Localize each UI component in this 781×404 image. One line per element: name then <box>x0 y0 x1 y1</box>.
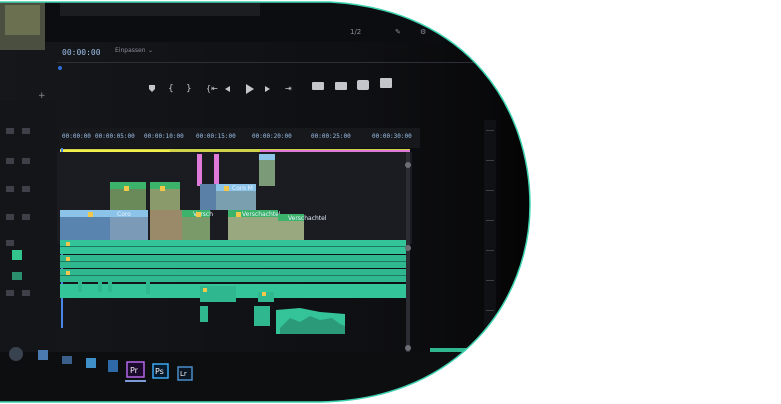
audio-track-a1 <box>60 240 410 254</box>
clip-label: Verschachtel <box>288 215 327 222</box>
clip-label: Verschachtel <box>242 211 281 218</box>
resolution-dropdown[interactable]: 1/2 <box>350 28 361 36</box>
timeline-ruler[interactable]: 00:00:00 00:00:05:00 00:00:10:00 00:00:1… <box>60 128 420 148</box>
mark-in-icon[interactable]: { <box>168 84 174 94</box>
video-clip[interactable] <box>214 154 219 186</box>
track-target-toggle[interactable] <box>12 250 22 260</box>
audio-clip[interactable] <box>200 306 208 322</box>
ruler-tick: 00:00:10:00 <box>144 133 184 140</box>
insert-icon[interactable] <box>312 82 324 90</box>
track-sync-toggle[interactable] <box>12 272 22 280</box>
track-headers <box>0 100 57 360</box>
premiere-label: Pr <box>130 366 139 375</box>
video-clip[interactable] <box>197 154 202 186</box>
video-clip[interactable] <box>200 184 216 210</box>
ruler-tick: 00:00:15:00 <box>196 133 236 140</box>
clip-label: Coro <box>117 211 131 218</box>
timecode-display[interactable]: 00:00:00 <box>62 48 101 57</box>
lightroom-label: Lr <box>180 370 187 378</box>
ruler-tick: 00:00:00 <box>62 133 91 140</box>
taskbar-app-icon[interactable] <box>9 347 23 361</box>
go-to-out-icon[interactable]: ⇥ <box>285 84 292 93</box>
taskbar <box>0 352 530 402</box>
mark-out-icon[interactable]: } <box>186 84 192 94</box>
video-clip[interactable] <box>150 210 182 240</box>
playhead-marker-icon[interactable] <box>58 66 62 70</box>
zoom-dropdown[interactable]: Einpassen <box>115 47 146 54</box>
screen-content: 00:00:00 Einpassen ⌄ 1/2 ✎ ⚙ { } {⇤ ⇥ + … <box>0 2 530 402</box>
ruler-tick: 00:00:25:00 <box>311 133 351 140</box>
ruler-tick: 00:00:05:00 <box>95 133 135 140</box>
wrench-icon[interactable]: ⚙ <box>420 28 426 36</box>
add-track-icon[interactable]: + <box>38 91 46 101</box>
audio-track-a2 <box>60 255 410 268</box>
overwrite-icon[interactable] <box>335 82 347 90</box>
clip-label: Coro M <box>232 185 253 192</box>
settings-icon[interactable]: ✎ <box>395 28 401 36</box>
editing-screen-photo: 00:00:00 Einpassen ⌄ 1/2 ✎ ⚙ { } {⇤ ⇥ + … <box>0 1 531 403</box>
photoshop-taskbar-icon[interactable]: Ps <box>152 363 169 379</box>
taskbar-app-icon[interactable] <box>108 360 118 372</box>
lightroom-taskbar-icon[interactable]: Lr <box>177 366 193 381</box>
ruler-tick: 00:00:30:00 <box>372 133 412 140</box>
taskbar-app-icon[interactable] <box>86 358 96 368</box>
camera-icon[interactable] <box>357 80 369 90</box>
go-to-in-icon[interactable]: {⇤ <box>206 84 218 93</box>
ruler-tick: 00:00:20:00 <box>252 133 292 140</box>
taskbar-app-icon[interactable] <box>62 356 72 364</box>
audio-clip[interactable] <box>254 306 270 326</box>
photoshop-label: Ps <box>155 367 164 376</box>
meter-level <box>430 348 490 352</box>
audio-track-a3 <box>60 269 410 282</box>
chevron-down-icon[interactable]: ⌄ <box>148 47 153 54</box>
vertical-scrollbar[interactable] <box>406 152 410 352</box>
button-editor-icon[interactable] <box>380 78 392 88</box>
taskbar-app-icon[interactable] <box>38 350 48 360</box>
